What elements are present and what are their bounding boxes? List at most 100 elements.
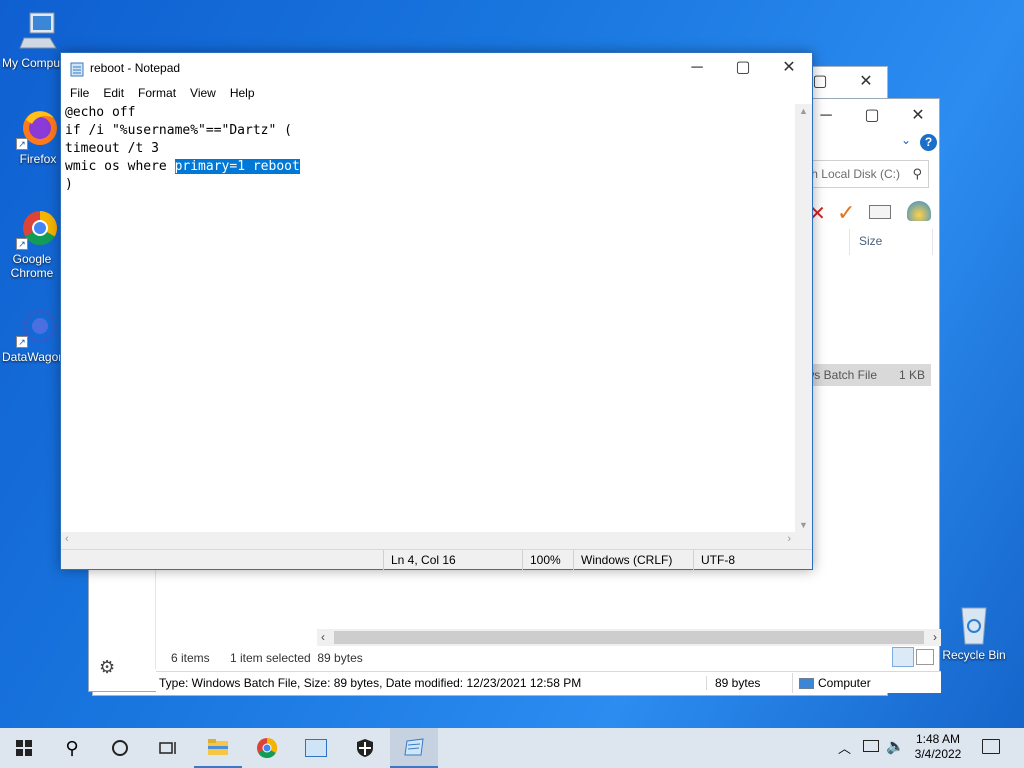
editor-line: ) (65, 177, 73, 192)
notepad-window[interactable]: reboot - Notepad ─ ▢ ✕ File Edit Format … (60, 52, 813, 570)
scroll-left-icon[interactable]: ‹ (321, 630, 325, 644)
large-icons-view-button[interactable] (916, 649, 934, 665)
control-panel-icon (305, 739, 327, 757)
horizontal-scrollbar[interactable]: ‹ › (317, 629, 941, 646)
computer-icon (799, 677, 814, 689)
scroll-right-icon[interactable]: › (933, 630, 937, 644)
close-button[interactable]: ✕ (766, 53, 812, 83)
chrome-icon (257, 738, 277, 758)
search-box[interactable]: Search Local Disk (C:) ⚲ (803, 160, 929, 188)
help-icon[interactable]: ? (920, 134, 937, 151)
maximize-button[interactable]: ▢ (720, 53, 766, 83)
menu-help[interactable]: Help (223, 84, 262, 104)
horizontal-scrollbar[interactable]: ‹ › (61, 532, 795, 549)
item-count: 6 items (171, 651, 210, 665)
details-size: 89 bytes (706, 676, 760, 690)
shortcut-arrow-icon: ↗ (16, 138, 28, 150)
start-button[interactable] (0, 728, 48, 768)
scrollbar-thumb[interactable] (334, 631, 924, 644)
details-location: Computer (792, 673, 871, 693)
show-hidden-icons-button[interactable]: ︿ (838, 738, 851, 757)
desktop-icon-label: Recycle Bin (942, 648, 1006, 662)
shell-icon[interactable] (907, 201, 931, 221)
notification-center-button[interactable] (982, 739, 1000, 754)
desktop-icon-label: DataWagon (2, 350, 60, 364)
search-input[interactable]: Search Local Disk (C:) (804, 167, 900, 181)
clock-time: 1:48 AM (915, 732, 961, 746)
details-text: Type: Windows Batch File, Size: 89 bytes… (159, 676, 582, 690)
taskbar-security[interactable] (341, 728, 389, 768)
line-endings: Windows (CRLF) (573, 550, 693, 570)
window-title: reboot - Notepad (90, 61, 181, 75)
menu-edit[interactable]: Edit (96, 84, 131, 104)
text-editor[interactable]: @echo off if /i "%username%"=="Dartz" ( ti… (61, 104, 795, 532)
editor-line: if /i "%username%"=="Dartz" ( (65, 123, 292, 138)
taskbar-chrome[interactable] (243, 728, 291, 768)
settings-gear-icon[interactable]: ⚙ (99, 657, 115, 678)
scroll-right-icon[interactable]: › (787, 533, 791, 545)
editor-line: wmic os where primary=1 reboot (65, 159, 300, 174)
navigation-pane (89, 569, 156, 669)
shortcut-arrow-icon: ↗ (16, 238, 28, 250)
selected-text: primary=1 reboot (174, 159, 300, 174)
search-icon: ⚲ (65, 737, 79, 758)
clock[interactable]: 1:48 AM 3/4/2022 (910, 732, 966, 762)
menu-bar: File Edit Format View Help (61, 84, 812, 104)
editor-line: @echo off (65, 105, 136, 120)
shield-icon (357, 739, 373, 757)
windows-icon (16, 740, 32, 756)
clock-date: 3/4/2022 (914, 747, 962, 761)
maximize-button[interactable]: ▢ (849, 101, 895, 131)
network-icon[interactable] (863, 740, 879, 752)
details-view-button[interactable] (892, 647, 914, 667)
volume-icon[interactable]: 🔈 (886, 737, 905, 755)
file-row-selected[interactable]: Windows Batch File 1 KB (801, 364, 931, 386)
menu-format[interactable]: Format (131, 84, 183, 104)
details-bar: Type: Windows Batch File, Size: 89 bytes… (156, 671, 941, 693)
zoom-level: 100% (522, 550, 573, 570)
check-icon[interactable]: ✓ (837, 200, 855, 226)
task-view-icon (159, 742, 176, 754)
desktop-icon-label: Google Chrome (10, 252, 54, 280)
selection-info: 1 item selected 89 bytes (230, 651, 363, 665)
rename-icon[interactable] (869, 205, 891, 219)
vertical-scrollbar[interactable]: ▲ ▼ (795, 104, 812, 532)
scroll-up-icon[interactable]: ▲ (799, 106, 808, 116)
desktop-icon-recycle-bin[interactable]: Recycle Bin (938, 602, 1010, 662)
notepad-icon (70, 62, 84, 77)
datawagon-icon: ↗ (16, 304, 60, 348)
shortcut-arrow-icon: ↗ (16, 336, 28, 348)
minimize-button[interactable]: ─ (674, 53, 720, 83)
cortana-button[interactable] (96, 728, 144, 768)
encoding: UTF-8 (693, 550, 813, 570)
firefox-icon: ↗ (16, 106, 60, 150)
menu-view[interactable]: View (183, 84, 223, 104)
computer-icon (16, 10, 60, 54)
search-icon: ⚲ (912, 166, 922, 181)
column-header-size[interactable]: Size (849, 229, 933, 255)
editor-line: timeout /t 3 (65, 141, 159, 156)
taskbar-file-explorer[interactable] (194, 728, 242, 768)
scroll-down-icon[interactable]: ▼ (799, 520, 808, 530)
cursor-position: Ln 4, Col 16 (383, 550, 522, 570)
title-bar[interactable]: reboot - Notepad ─ ▢ ✕ (61, 53, 812, 84)
search-button[interactable]: ⚲ (48, 728, 96, 768)
chrome-icon: ↗ (16, 206, 60, 250)
recycle-bin-icon (952, 602, 996, 646)
notepad-icon (404, 738, 424, 756)
folder-icon (208, 739, 228, 755)
taskbar-control-panel[interactable] (292, 728, 340, 768)
close-button[interactable]: ✕ (843, 67, 889, 97)
expand-ribbon-icon[interactable]: ⌄ (901, 133, 911, 147)
scroll-left-icon[interactable]: ‹ (65, 533, 69, 545)
cortana-icon (112, 740, 128, 756)
status-bar: Ln 4, Col 16 100% Windows (CRLF) UTF-8 (61, 549, 813, 570)
close-button[interactable]: ✕ (895, 101, 941, 131)
scrollbar-corner (795, 532, 812, 549)
task-view-button[interactable] (144, 728, 192, 768)
menu-file[interactable]: File (63, 84, 96, 104)
taskbar-notepad[interactable] (390, 728, 438, 768)
taskbar: ⚲ ︿ 🔈 1:48 AM 3/4/2022 (0, 728, 1024, 768)
desktop-icon-label: My Computer (2, 56, 62, 70)
file-size: 1 KB (898, 368, 925, 382)
